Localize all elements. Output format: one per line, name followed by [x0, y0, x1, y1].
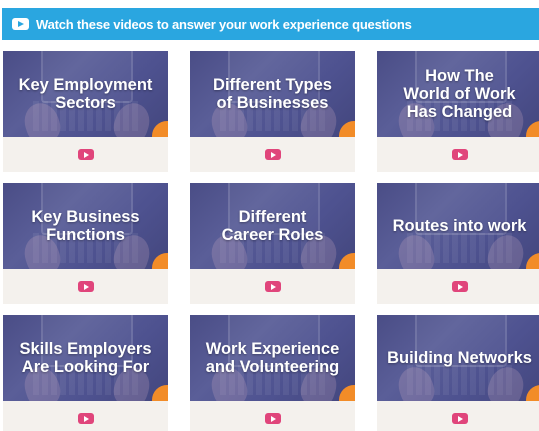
- video-thumbnail[interactable]: Skills Employers Are Looking For: [3, 315, 168, 401]
- video-title: Work Experience and Volunteering: [205, 340, 340, 376]
- video-title: Different Types of Businesses: [213, 76, 332, 112]
- video-thumbnail[interactable]: How The World of Work Has Changed: [377, 51, 539, 137]
- video-title: Building Networks: [387, 349, 532, 367]
- play-bar[interactable]: [3, 269, 168, 304]
- play-bar[interactable]: [190, 401, 355, 431]
- play-bar[interactable]: [3, 137, 168, 172]
- youtube-play-icon: [12, 18, 29, 30]
- video-card[interactable]: Work Experience and Volunteering: [190, 315, 355, 431]
- play-bar[interactable]: [377, 269, 539, 304]
- video-card[interactable]: Building Networks: [377, 315, 539, 431]
- play-icon[interactable]: [264, 149, 281, 160]
- play-icon[interactable]: [264, 281, 281, 292]
- video-title: Key Employment Sectors: [18, 76, 153, 112]
- play-bar[interactable]: [190, 269, 355, 304]
- video-card[interactable]: How The World of Work Has Changed: [377, 51, 539, 172]
- video-thumbnail[interactable]: Different Types of Businesses: [190, 51, 355, 137]
- video-thumbnail[interactable]: Routes into work: [377, 183, 539, 269]
- play-icon[interactable]: [77, 149, 94, 160]
- play-bar[interactable]: [377, 401, 539, 431]
- play-bar[interactable]: [190, 137, 355, 172]
- video-thumbnail[interactable]: Key Employment Sectors: [3, 51, 168, 137]
- video-thumbnail[interactable]: Key Business Functions: [3, 183, 168, 269]
- play-icon[interactable]: [77, 281, 94, 292]
- video-title: Different Career Roles: [221, 208, 324, 244]
- banner-text: Watch these videos to answer your work e…: [36, 16, 412, 32]
- video-card[interactable]: Different Types of Businesses: [190, 51, 355, 172]
- play-icon[interactable]: [451, 149, 468, 160]
- play-icon[interactable]: [451, 413, 468, 424]
- video-title: Routes into work: [392, 217, 527, 235]
- video-banner: Watch these videos to answer your work e…: [2, 8, 539, 40]
- play-icon[interactable]: [451, 281, 468, 292]
- video-title: Key Business Functions: [31, 208, 140, 244]
- video-card[interactable]: Key Business Functions: [3, 183, 168, 304]
- play-bar[interactable]: [3, 401, 168, 431]
- play-icon[interactable]: [264, 413, 281, 424]
- video-card[interactable]: Routes into work: [377, 183, 539, 304]
- play-bar[interactable]: [377, 137, 539, 172]
- video-thumbnail[interactable]: Building Networks: [377, 315, 539, 401]
- video-title: Skills Employers Are Looking For: [19, 340, 152, 376]
- video-thumbnail[interactable]: Different Career Roles: [190, 183, 355, 269]
- video-card[interactable]: Skills Employers Are Looking For: [3, 315, 168, 431]
- video-card[interactable]: Key Employment Sectors: [3, 51, 168, 172]
- video-thumbnail[interactable]: Work Experience and Volunteering: [190, 315, 355, 401]
- play-icon[interactable]: [77, 413, 94, 424]
- video-card[interactable]: Different Career Roles: [190, 183, 355, 304]
- video-title: How The World of Work Has Changed: [403, 67, 516, 121]
